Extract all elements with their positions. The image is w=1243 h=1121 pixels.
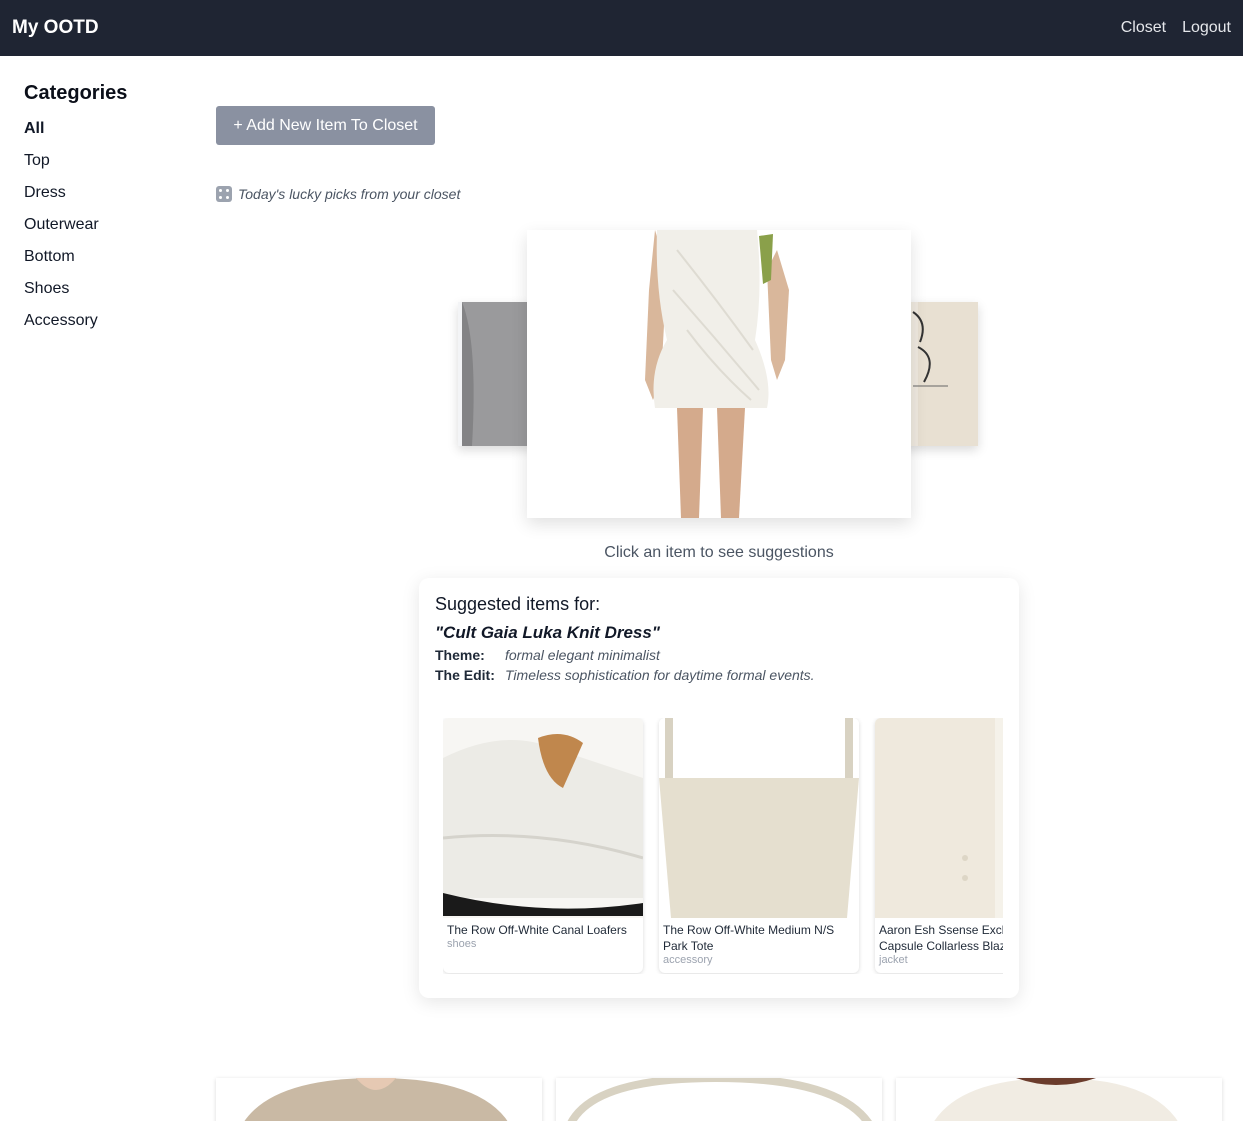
- sidebar-title: Categories: [24, 82, 128, 104]
- theme-label: Theme:: [435, 647, 485, 663]
- closet-grid-item[interactable]: [216, 1078, 542, 1121]
- blazer-image: [875, 718, 1003, 918]
- category-outerwear[interactable]: Outerwear: [24, 215, 194, 247]
- cream-top-image: [896, 1078, 1222, 1121]
- edit-row: The Edit: Timeless sophistication for da…: [435, 667, 1003, 683]
- category-accessory[interactable]: Accessory: [24, 311, 194, 343]
- suggestion-card[interactable]: The Row Off-White Canal Loafers shoes: [443, 718, 643, 973]
- brand-logo[interactable]: My OOTD: [12, 17, 99, 39]
- closet-grid-item[interactable]: [556, 1078, 882, 1121]
- bag-handle-image: [556, 1078, 882, 1121]
- lucky-picks-caption: Today's lucky picks from your closet: [216, 186, 460, 202]
- add-item-button[interactable]: + Add New Item To Closet: [216, 106, 435, 145]
- suggestion-name: The Row Off-White Medium N/S Park Tote: [663, 923, 835, 953]
- suggestion-category: jacket: [879, 954, 908, 966]
- nav-link-logout[interactable]: Logout: [1182, 19, 1231, 37]
- suggestion-category: shoes: [447, 938, 477, 950]
- category-top[interactable]: Top: [24, 151, 194, 183]
- edit-label: The Edit:: [435, 667, 495, 683]
- suggestion-card[interactable]: The Row Off-White Medium N/S Park Tote a…: [659, 718, 859, 973]
- closet-grid-item[interactable]: [896, 1078, 1222, 1121]
- category-sidebar: Categories All Top Dress Outerwear Botto…: [24, 82, 194, 343]
- suggestion-category: accessory: [663, 954, 713, 966]
- category-all[interactable]: All: [24, 119, 194, 151]
- category-dress[interactable]: Dress: [24, 183, 194, 215]
- top-navbar: My OOTD Closet Logout: [0, 0, 1243, 56]
- loafers-image: [443, 718, 643, 918]
- suggestion-strip[interactable]: The Row Off-White Canal Loafers shoes Th…: [443, 718, 1003, 974]
- nav-links: Closet Logout: [1121, 19, 1231, 37]
- selected-item-name: "Cult Gaia Luka Knit Dress": [435, 623, 660, 642]
- suggestions-panel: Suggested items for: "Cult Gaia Luka Kni…: [419, 578, 1019, 998]
- suggestions-heading: Suggested items for:: [435, 594, 601, 614]
- lucky-picks-text: Today's lucky picks from your closet: [238, 186, 461, 202]
- nav-link-closet[interactable]: Closet: [1121, 19, 1166, 37]
- suggestion-name: Aaron Esh Ssense Exclusive Capsule Colla…: [879, 923, 1003, 953]
- suggestion-name: The Row Off-White Canal Loafers: [447, 923, 627, 937]
- carousel-hint: Click an item to see suggestions: [604, 544, 834, 561]
- suggestion-card[interactable]: Aaron Esh Ssense Exclusive Capsule Colla…: [875, 718, 1003, 973]
- edit-value: Timeless sophistication for daytime form…: [505, 667, 815, 683]
- tote-bag-image: [659, 718, 859, 918]
- carousel-item-current[interactable]: [527, 230, 911, 518]
- category-shoes[interactable]: Shoes: [24, 279, 194, 311]
- theme-row: Theme: formal elegant minimalist: [435, 647, 1003, 663]
- dice-icon: [216, 186, 232, 202]
- theme-value: formal elegant minimalist: [505, 647, 660, 663]
- white-knit-dress-image: [527, 230, 911, 518]
- category-bottom[interactable]: Bottom: [24, 247, 194, 279]
- beige-sweater-image: [216, 1078, 542, 1121]
